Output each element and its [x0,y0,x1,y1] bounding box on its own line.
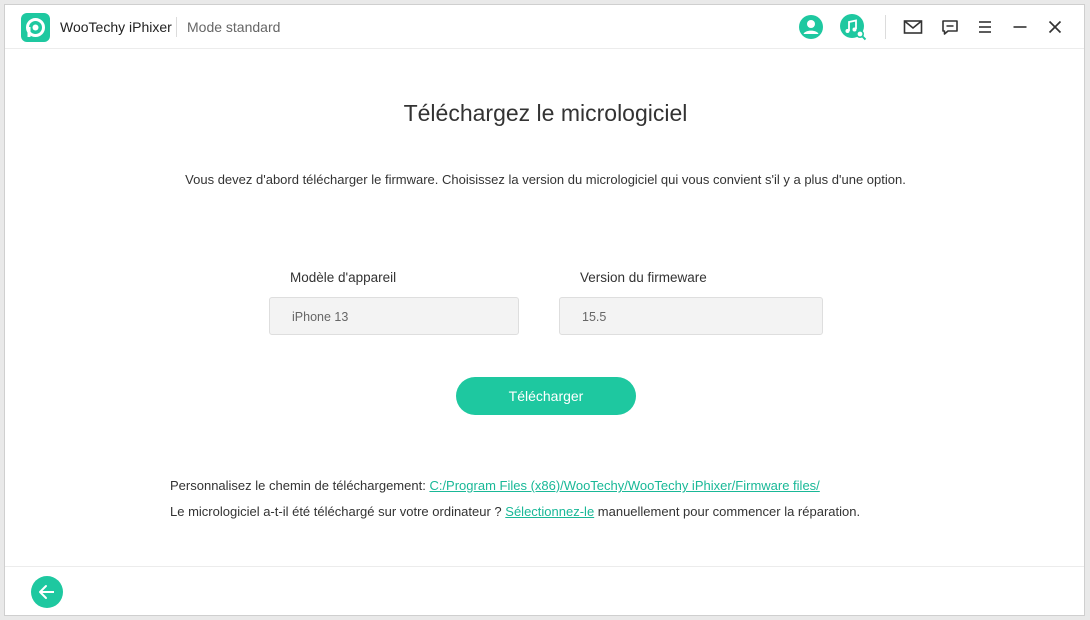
firmware-version-field: 15.5 [559,297,823,335]
download-path-link[interactable]: C:/Program Files (x86)/WooTechy/WooTechy… [429,478,819,493]
chat-icon[interactable] [936,13,964,41]
manual-select-link[interactable]: Sélectionnez-le [505,504,594,519]
manual-select-prefix: Le micrologiciel a-t-il été téléchargé s… [170,504,506,519]
back-button[interactable] [31,576,63,608]
download-path-label: Personnalisez le chemin de téléchargemen… [170,478,430,493]
download-button[interactable]: Télécharger [456,377,636,415]
footer-divider [5,566,1084,567]
manual-select-line: Le micrologiciel a-t-il été téléchargé s… [170,504,860,519]
mail-icon[interactable] [899,13,927,41]
device-model-label: Modèle d'appareil [290,270,397,285]
page-title: Téléchargez le micrologiciel [403,100,688,126]
user-icon[interactable] [797,13,825,41]
music-search-icon[interactable] [839,13,867,41]
device-model-field: iPhone 13 [269,297,519,335]
page-subtitle: Vous devez d'abord télécharger le firmwa… [185,172,906,187]
firmware-version-label: Version du firmeware [580,270,707,285]
close-icon[interactable] [1041,13,1069,41]
title-divider [176,17,177,37]
app-title: WooTechy iPhixer [60,19,172,35]
mode-label: Mode standard [187,19,281,35]
toolbar-divider [885,15,886,39]
app-window: WooTechy iPhixer Mode standard Télécharg… [4,4,1085,616]
download-path-line: Personnalisez le chemin de téléchargemen… [170,478,820,493]
app-logo-icon [21,13,50,42]
menu-icon[interactable] [971,13,999,41]
minimize-icon[interactable] [1006,13,1034,41]
manual-select-suffix: manuellement pour commencer la réparatio… [594,504,861,519]
arrow-left-icon [39,585,54,599]
title-bar: WooTechy iPhixer Mode standard [5,5,1084,49]
